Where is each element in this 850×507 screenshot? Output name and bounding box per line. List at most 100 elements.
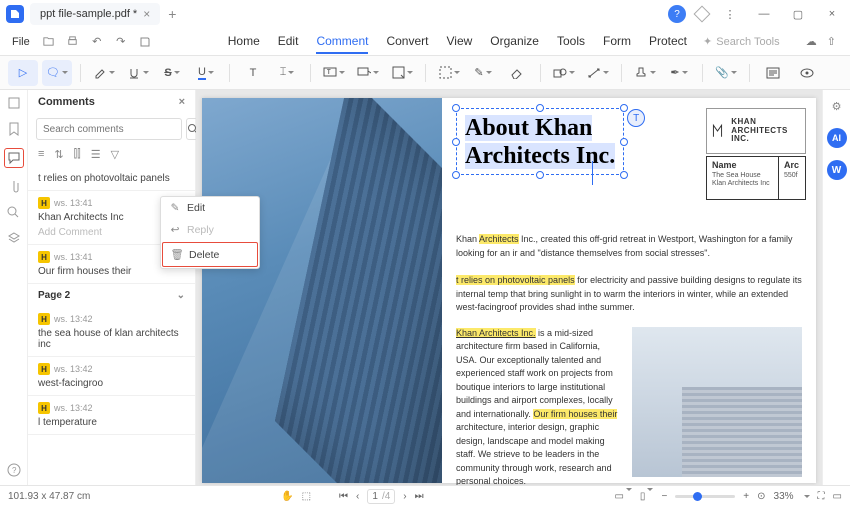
textbox-tool[interactable]: T bbox=[238, 60, 268, 86]
measure-tool[interactable] bbox=[583, 60, 613, 86]
cloud-icon[interactable]: ☁ bbox=[806, 35, 817, 48]
filter-funnel-icon[interactable]: ▽ bbox=[111, 148, 119, 161]
menu-protect[interactable]: Protect bbox=[649, 30, 687, 54]
ctx-delete[interactable]: 🗑Delete bbox=[162, 242, 258, 267]
help-icon[interactable]: ? bbox=[7, 463, 21, 477]
menu-edit[interactable]: Edit bbox=[278, 30, 299, 54]
resize-handle[interactable] bbox=[452, 171, 460, 179]
attachment-rail-icon[interactable] bbox=[8, 180, 20, 194]
hand-tool-icon[interactable]: ✋ bbox=[281, 491, 293, 502]
signature-tool[interactable]: ✒ bbox=[664, 60, 694, 86]
comment-rail-icon[interactable] bbox=[4, 148, 24, 168]
squiggly-tool[interactable]: U bbox=[191, 60, 221, 86]
selected-text-box[interactable]: About Khan Architects Inc. T bbox=[456, 108, 624, 175]
filter-expand-icon[interactable]: ≡ bbox=[38, 148, 44, 161]
zoom-value[interactable]: 33% bbox=[774, 491, 794, 502]
open-icon[interactable] bbox=[38, 31, 60, 53]
close-window-button[interactable]: × bbox=[820, 2, 844, 26]
fullscreen-icon[interactable]: ⛶ bbox=[818, 491, 825, 502]
callout-box-tool[interactable] bbox=[353, 60, 383, 86]
menu-organize[interactable]: Organize bbox=[490, 30, 539, 54]
resize-handle[interactable] bbox=[452, 138, 460, 146]
menu-home[interactable]: Home bbox=[228, 30, 260, 54]
resize-handle[interactable] bbox=[452, 104, 460, 112]
zoom-in-icon[interactable]: + bbox=[743, 491, 749, 502]
print-icon[interactable] bbox=[62, 31, 84, 53]
menu-comment[interactable]: Comment bbox=[316, 30, 368, 54]
comment-entry[interactable]: Hws. 13:42 west-facingroo bbox=[28, 357, 195, 396]
page-input[interactable]: 1/4 bbox=[367, 489, 395, 504]
thumbnail-icon[interactable] bbox=[7, 96, 21, 110]
select-tool[interactable]: ▷ bbox=[8, 60, 38, 86]
callout-tool[interactable]: ⌶ bbox=[272, 60, 302, 86]
search-tools[interactable]: ✦ Search Tools bbox=[703, 35, 780, 48]
kebab-icon[interactable]: ⋮ bbox=[718, 2, 742, 26]
shapes-tool[interactable] bbox=[549, 60, 579, 86]
minimize-button[interactable]: — bbox=[752, 2, 776, 26]
strikethrough-tool[interactable]: S bbox=[157, 60, 187, 86]
filter-sort-icon[interactable]: ⇅ bbox=[54, 148, 63, 161]
resize-handle[interactable] bbox=[620, 104, 628, 112]
view-mode-icon[interactable]: ▯ bbox=[640, 491, 654, 502]
resize-handle[interactable] bbox=[620, 171, 628, 179]
select-tool-icon[interactable]: ⬚ bbox=[302, 491, 311, 502]
comment-snippet[interactable]: t relies on photovoltaic panels bbox=[28, 167, 195, 191]
text-callout-tool[interactable]: T bbox=[319, 60, 349, 86]
highlight-tool[interactable] bbox=[89, 60, 119, 86]
note-tool[interactable]: 🗨 bbox=[42, 60, 72, 86]
resize-handle[interactable] bbox=[536, 171, 544, 179]
word-icon[interactable]: W bbox=[827, 160, 847, 180]
properties-icon[interactable]: ⚙ bbox=[827, 96, 847, 116]
text-badge-icon[interactable]: T bbox=[627, 109, 645, 127]
filter-cols-icon[interactable]: ⫿⫿ bbox=[74, 148, 81, 161]
comments-panel-toggle[interactable] bbox=[758, 60, 788, 86]
ai-icon[interactable]: AI bbox=[827, 128, 847, 148]
bookmark-icon[interactable] bbox=[8, 122, 20, 136]
pencil-tool[interactable]: ✎ bbox=[468, 60, 498, 86]
next-page-icon[interactable]: › bbox=[403, 491, 406, 502]
search-rail-icon[interactable] bbox=[7, 206, 20, 219]
new-tab-button[interactable]: + bbox=[168, 6, 176, 22]
ctx-edit[interactable]: ✎Edit bbox=[161, 197, 259, 219]
hide-comments-tool[interactable] bbox=[792, 60, 822, 86]
last-page-icon[interactable]: ⏭ bbox=[415, 491, 424, 502]
close-tab-icon[interactable]: × bbox=[143, 7, 150, 21]
filter-list-icon[interactable]: ☰ bbox=[91, 148, 101, 161]
user-avatar[interactable]: ? bbox=[668, 5, 686, 23]
prev-page-icon[interactable]: ‹ bbox=[356, 491, 359, 502]
menu-tools[interactable]: Tools bbox=[557, 30, 585, 54]
page-group-header[interactable]: Page 2⌄ bbox=[28, 284, 195, 307]
undo-icon[interactable]: ↶ bbox=[86, 31, 108, 53]
save-icon[interactable] bbox=[134, 31, 156, 53]
comment-entry[interactable]: Hws. 13:42 l temperature bbox=[28, 396, 195, 435]
area-highlight-tool[interactable] bbox=[434, 60, 464, 86]
menu-form[interactable]: Form bbox=[603, 30, 631, 54]
close-panel-icon[interactable]: × bbox=[179, 96, 185, 108]
maximize-button[interactable]: ▢ bbox=[786, 2, 810, 26]
layers-rail-icon[interactable] bbox=[7, 231, 21, 245]
comments-search-input[interactable] bbox=[36, 118, 182, 140]
stamp-tool[interactable] bbox=[630, 60, 660, 86]
document-tab[interactable]: ppt file-sample.pdf * × bbox=[30, 3, 160, 25]
document-viewport[interactable]: About Khan Architects Inc. T KHANARCHITE… bbox=[196, 90, 822, 485]
underline-tool[interactable] bbox=[123, 60, 153, 86]
fit-mode-icon[interactable]: ▭ bbox=[614, 491, 631, 502]
menu-view[interactable]: View bbox=[446, 30, 472, 54]
zoom-out-icon[interactable]: − bbox=[661, 491, 667, 502]
share-icon[interactable]: ⇧ bbox=[827, 35, 836, 48]
tab-title: ppt file-sample.pdf * bbox=[40, 8, 137, 20]
sticky-note-tool[interactable] bbox=[387, 60, 417, 86]
file-menu[interactable]: File bbox=[6, 36, 36, 48]
read-mode-icon[interactable]: ▭ bbox=[833, 491, 842, 502]
attachment-tool[interactable]: 📎 bbox=[711, 60, 741, 86]
redo-icon[interactable]: ↷ bbox=[110, 31, 132, 53]
resize-handle[interactable] bbox=[536, 104, 544, 112]
eraser-tool[interactable] bbox=[502, 60, 532, 86]
comment-entry[interactable]: Hws. 13:42 the sea house of klan archite… bbox=[28, 307, 195, 357]
diamond-icon[interactable] bbox=[694, 6, 711, 23]
zoom-slider[interactable] bbox=[675, 495, 735, 498]
menu-convert[interactable]: Convert bbox=[386, 30, 428, 54]
zoom-reset-icon[interactable]: ⊙ bbox=[757, 491, 765, 502]
resize-handle[interactable] bbox=[620, 138, 628, 146]
first-page-icon[interactable]: ⏮ bbox=[339, 491, 348, 502]
